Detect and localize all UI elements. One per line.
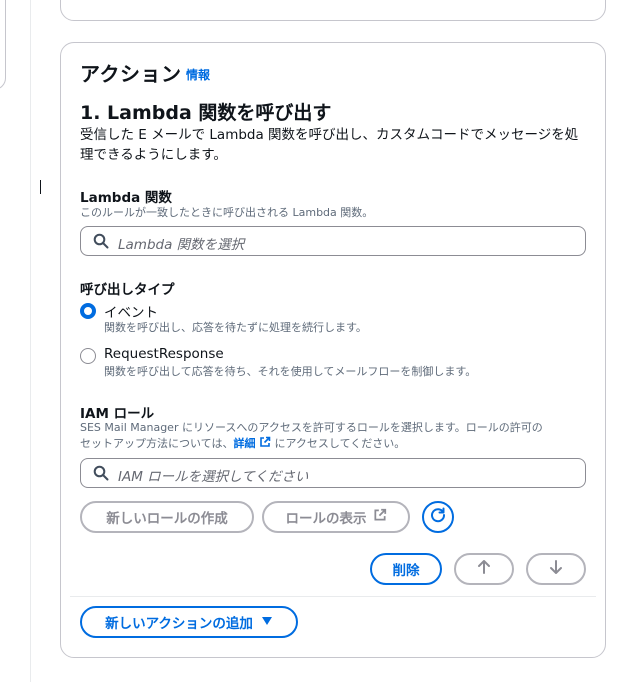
radio-event[interactable] (80, 303, 96, 319)
view-role-button[interactable]: ロールの表示 (262, 501, 410, 533)
search-icon (93, 465, 109, 485)
lambda-field-label: Lambda 関数 (80, 190, 172, 206)
info-link[interactable]: 情報 (186, 66, 210, 83)
view-role-button-label: ロールの表示 (285, 511, 367, 527)
radio-request-response-desc: 関数を呼び出して応答を待ち、それを使用してメールフローを制御します。 (104, 365, 477, 378)
arrow-down-icon (548, 559, 564, 579)
refresh-icon (429, 506, 447, 528)
create-role-button-label: 新しいロールの作成 (106, 511, 228, 527)
radio-request-response[interactable] (80, 348, 96, 364)
action-description: 受信した E メールで Lambda 関数を呼び出し、カスタムコードでメッセージ… (80, 127, 579, 163)
arrow-up-icon (476, 559, 492, 579)
add-action-button[interactable]: 新しいアクションの追加 (80, 606, 298, 638)
lambda-select[interactable]: Lambda 関数を選択 (80, 226, 586, 256)
caret-down-icon (261, 614, 273, 630)
move-up-button[interactable] (454, 553, 514, 585)
external-link-icon (373, 508, 387, 526)
radio-event-desc: 関数を呼び出し、応答を待たずに処理を続行します。 (104, 321, 367, 334)
section-heading: アクション (80, 62, 182, 86)
invocation-type-label: 呼び出しタイプ (80, 282, 175, 298)
iam-role-hint-line2: セットアップ方法については、詳細 にアクセスしてください。 (80, 436, 405, 452)
radio-request-response-label: RequestResponse (104, 346, 224, 362)
iam-role-hint-line1: SES Mail Manager にリソースへのアクセスを許可するロールを選択し… (80, 421, 543, 434)
action-title: 1. Lambda 関数を呼び出す (80, 102, 332, 124)
left-panel-divider (30, 0, 31, 682)
external-link-icon[interactable] (259, 436, 271, 450)
iam-role-select[interactable]: IAM ロールを選択してください (80, 458, 586, 488)
iam-role-select-placeholder: IAM ロールを選択してください (118, 469, 309, 485)
search-icon (93, 233, 109, 253)
lambda-field-hint: このルールが一致したときに呼び出される Lambda 関数。 (80, 206, 374, 219)
radio-event-label: イベント (104, 305, 158, 321)
create-role-button[interactable]: 新しいロールの作成 (80, 501, 254, 533)
iam-role-hint-prefix: セットアップ方法については、 (80, 437, 234, 450)
delete-button[interactable]: 削除 (370, 553, 442, 585)
previous-card (60, 0, 606, 21)
refresh-button[interactable] (422, 501, 454, 533)
delete-button-label: 削除 (392, 563, 420, 579)
move-down-button[interactable] (526, 553, 586, 585)
lambda-select-placeholder: Lambda 関数を選択 (118, 237, 245, 253)
add-action-button-label: 新しいアクションの追加 (105, 616, 253, 632)
learn-more-link[interactable]: 詳細 (233, 437, 255, 450)
left-panel-card-edge (0, 0, 6, 90)
text-cursor (40, 180, 41, 194)
iam-role-hint-suffix: にアクセスしてください。 (274, 437, 406, 450)
iam-role-label: IAM ロール (80, 406, 155, 422)
card-divider (70, 596, 596, 597)
